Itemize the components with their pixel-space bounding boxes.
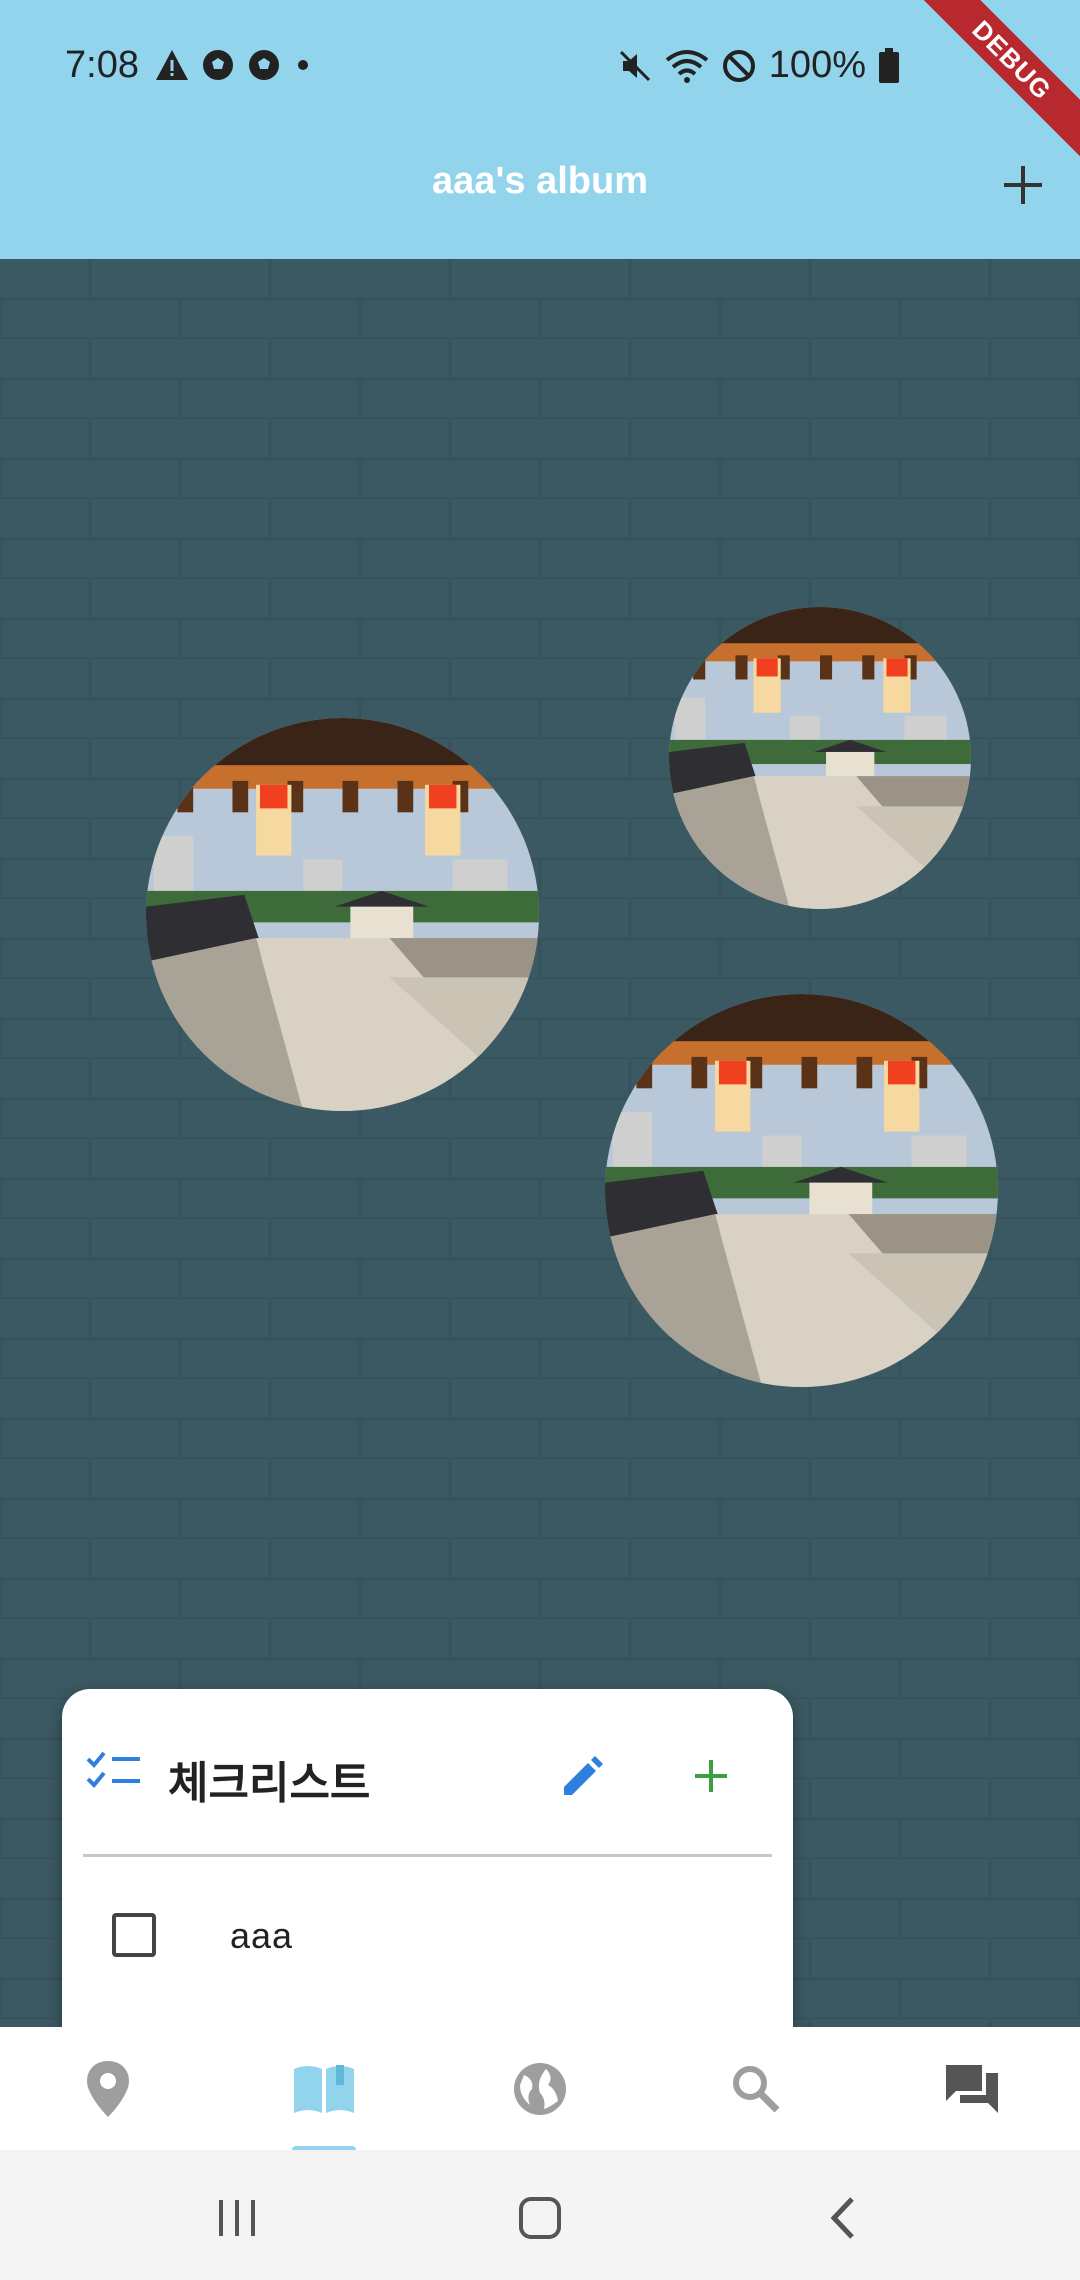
album-photo[interactable]	[669, 607, 971, 909]
dot-icon	[298, 60, 308, 70]
status-right-icons: 100%	[617, 44, 900, 87]
checklist-icon	[86, 1751, 140, 1788]
checklist-item: aaa	[62, 1889, 793, 1989]
wifi-icon	[665, 49, 709, 83]
globe-icon	[514, 2062, 566, 2115]
checklist-title: 체크리스트	[168, 1758, 371, 1809]
system-navigation-bar	[0, 2150, 1080, 2280]
album-photo[interactable]	[146, 718, 539, 1111]
nav-item-chat[interactable]	[864, 2027, 1080, 2150]
search-icon	[733, 2065, 780, 2112]
plus-icon	[695, 1760, 727, 1792]
status-bar: 7:08 100%	[0, 0, 1080, 135]
album-canvas: 체크리스트 aaa susjs	[0, 259, 1080, 2027]
nav-item-search[interactable]	[648, 2027, 864, 2150]
checklist-card: 체크리스트 aaa susjs	[62, 1689, 793, 2027]
checklist-item: susjs	[62, 2015, 793, 2027]
status-left-icons	[155, 48, 313, 82]
soccer-ball-icon	[249, 50, 279, 80]
soccer-ball-icon	[203, 50, 233, 80]
add-checklist-item-button[interactable]	[682, 1747, 740, 1805]
page-title: aaa's album	[431, 160, 649, 202]
status-time: 7:08	[65, 44, 139, 86]
recent-apps-icon	[219, 2200, 255, 2236]
album-photo[interactable]	[605, 994, 998, 1387]
divider	[83, 1854, 772, 1857]
home-icon	[519, 2197, 561, 2239]
location-pin-icon	[87, 2060, 129, 2117]
warning-icon	[156, 50, 188, 80]
item-label: aaa	[230, 1915, 294, 1956]
item-checkbox[interactable]	[112, 1913, 156, 1957]
bottom-navigation	[0, 2027, 1080, 2152]
back-icon	[830, 2197, 854, 2239]
do-not-disturb-icon	[722, 49, 755, 82]
home-button[interactable]	[500, 2178, 580, 2258]
nav-item-album[interactable]	[216, 2027, 432, 2150]
app-bar: 7:08 100% aaa's album	[0, 0, 1080, 259]
battery-icon	[879, 47, 899, 83]
edit-checklist-button[interactable]	[554, 1747, 612, 1805]
pencil-icon	[564, 1756, 603, 1795]
battery-percent: 100%	[768, 44, 866, 86]
add-photo-button[interactable]	[996, 158, 1050, 212]
plus-icon	[1004, 166, 1042, 204]
nav-item-map[interactable]	[0, 2027, 216, 2150]
nav-item-globe[interactable]	[432, 2027, 648, 2150]
checklist-header: 체크리스트	[62, 1689, 793, 1854]
recent-apps-button[interactable]	[198, 2178, 278, 2258]
back-button[interactable]	[802, 2178, 882, 2258]
chat-icon	[946, 2064, 998, 2113]
mute-icon	[619, 50, 650, 81]
open-book-icon	[294, 2064, 354, 2113]
